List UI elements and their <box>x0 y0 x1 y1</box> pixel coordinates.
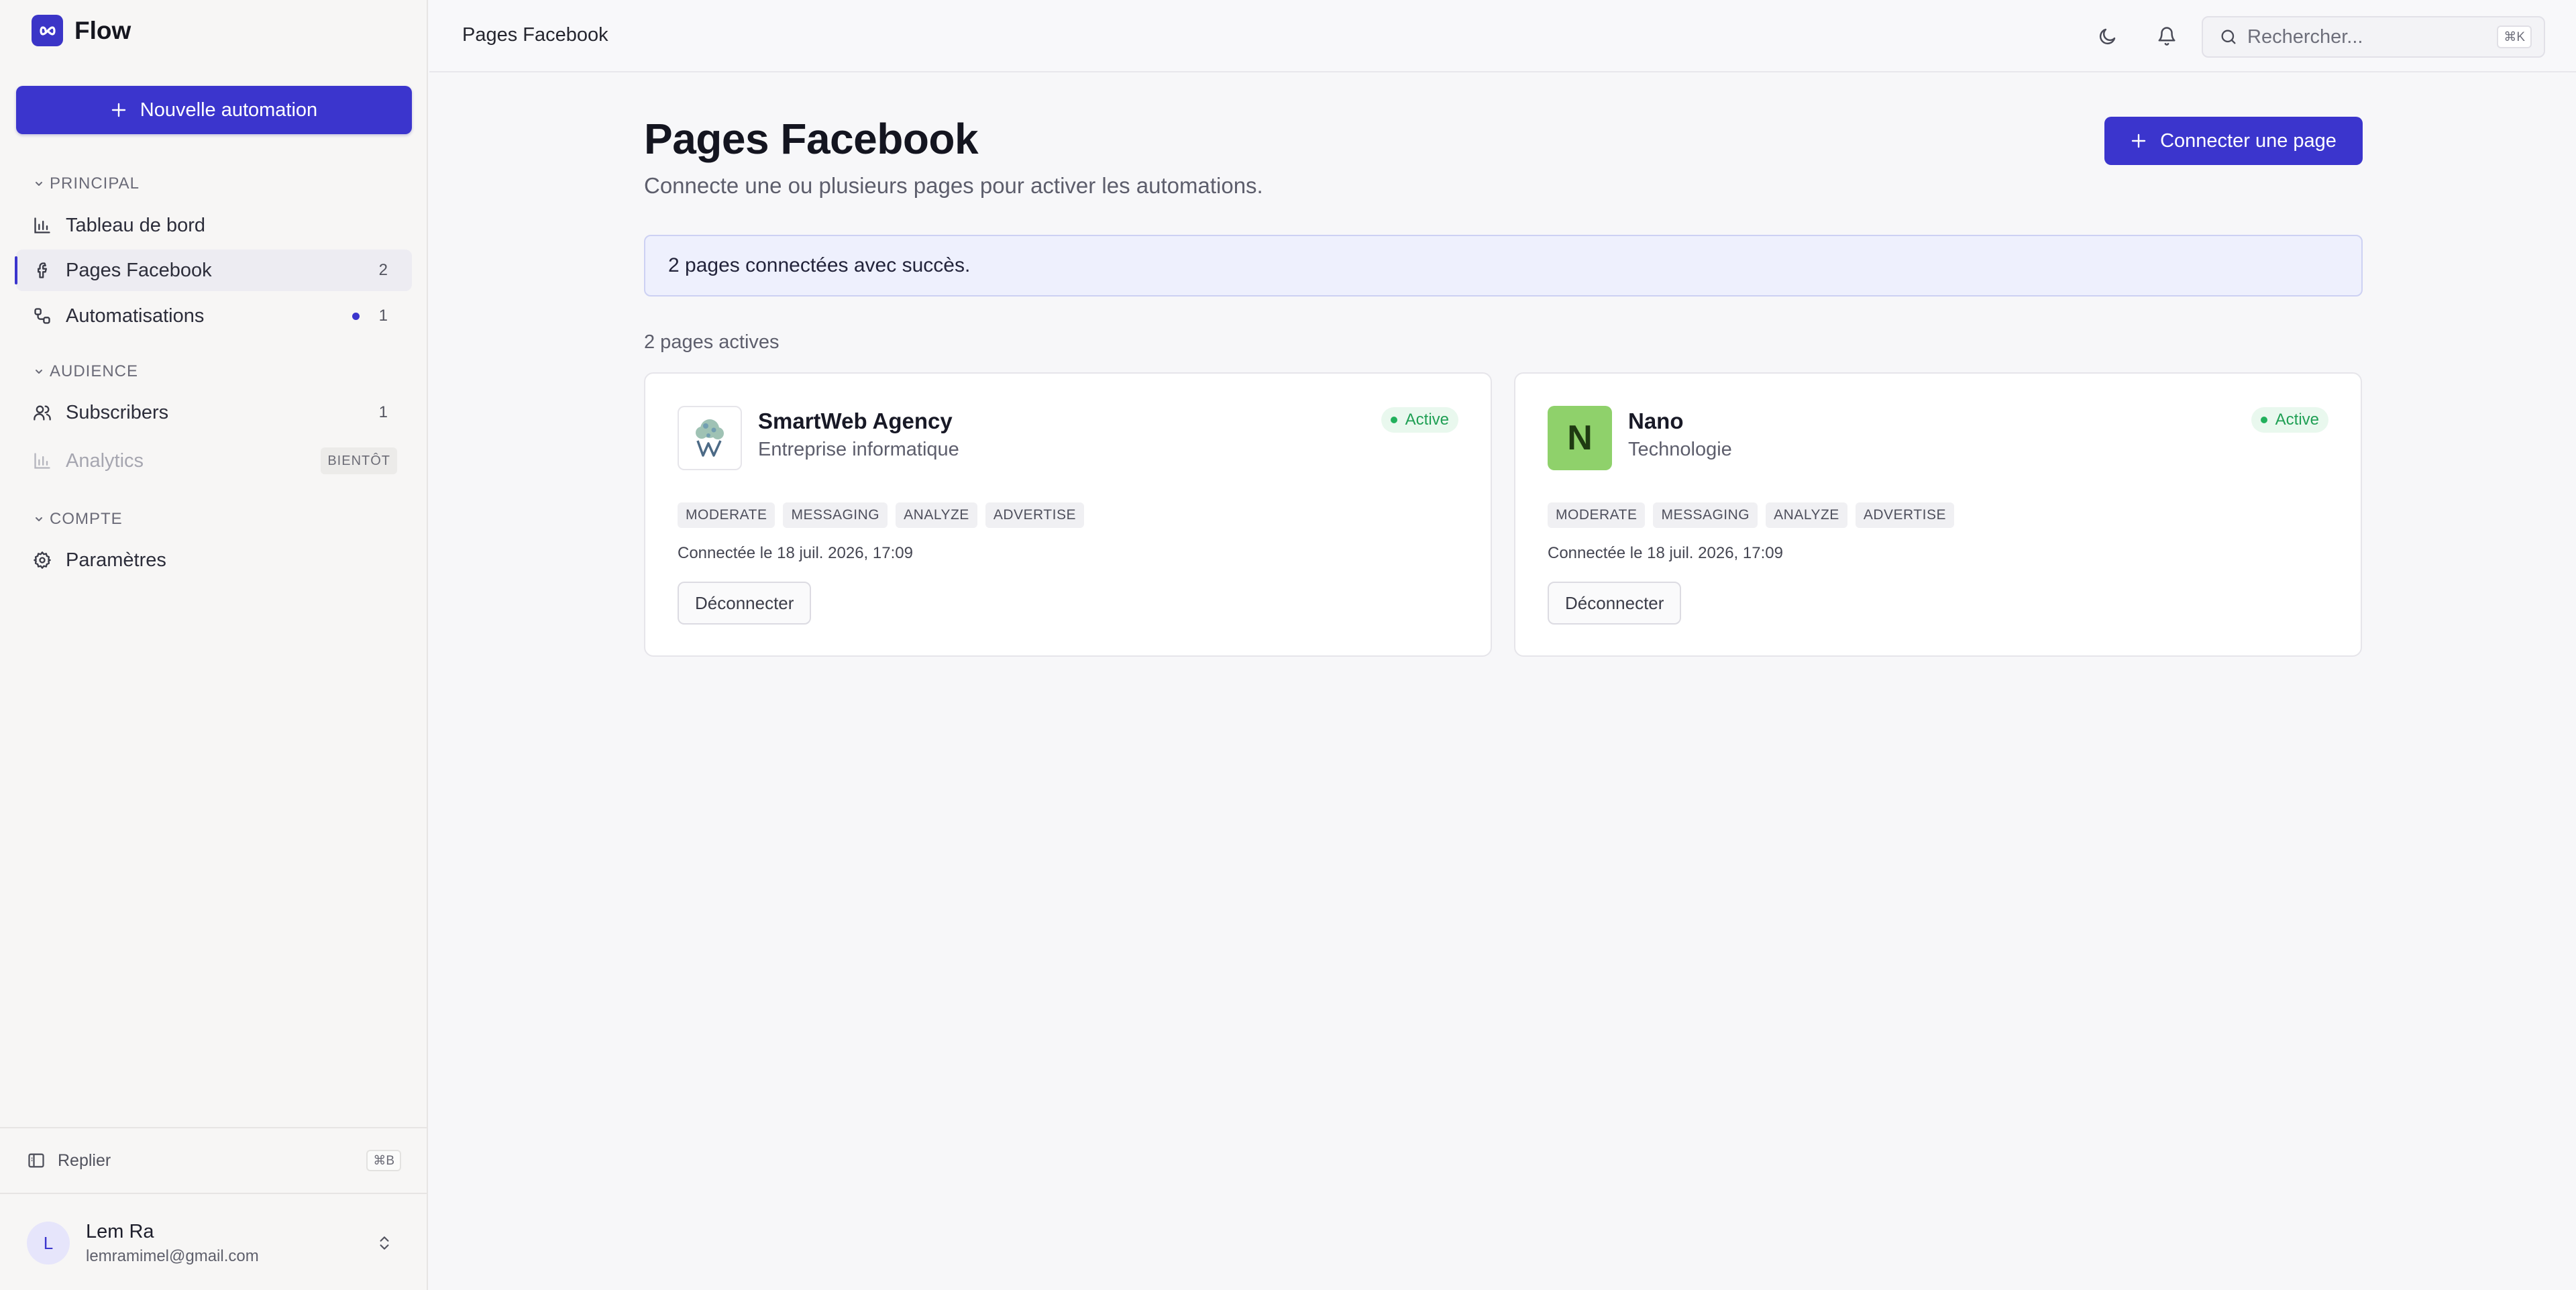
permission-tag: ANALYZE <box>896 502 977 528</box>
breadcrumb: Pages Facebook <box>462 24 608 46</box>
chevron-down-icon <box>36 370 42 374</box>
bar-chart-icon <box>32 451 52 471</box>
user-info: Lem Ra lemramimel@gmail.com <box>86 1221 259 1266</box>
user-name: Lem Ra <box>86 1220 154 1242</box>
sidebar-item-label: Pages Facebook <box>66 259 212 281</box>
permission-tag: ADVERTISE <box>1855 502 1954 528</box>
count-badge: 1 <box>378 307 388 325</box>
permission-tag: ADVERTISE <box>985 502 1084 528</box>
section-principal-toggle[interactable]: PRINCIPAL <box>34 174 140 193</box>
count-badge: 2 <box>378 261 388 279</box>
section-principal-label: PRINCIPAL <box>50 174 140 193</box>
permission-tag: MODERATE <box>678 502 775 528</box>
active-pages-count: 2 pages actives <box>644 331 780 353</box>
plus-icon <box>2131 133 2147 149</box>
bell-icon[interactable] <box>2153 23 2180 50</box>
infinity-logo-icon <box>32 15 63 46</box>
sidebar-item-subscribers[interactable]: Subscribers 1 <box>16 392 412 433</box>
permission-tags: MODERATE MESSAGING ANALYZE ADVERTISE <box>678 502 1084 528</box>
section-compte-toggle[interactable]: COMPTE <box>34 510 123 529</box>
sidebar-item-settings[interactable]: Paramètres <box>16 539 412 581</box>
page-name: Nano <box>1628 409 1684 433</box>
success-banner: 2 pages connectées avec succès. <box>644 235 2363 297</box>
workflow-icon <box>32 306 52 326</box>
new-automation-button[interactable]: Nouvelle automation <box>16 86 412 134</box>
sidebar-item-dashboard[interactable]: Tableau de bord <box>16 205 412 246</box>
app-name: Flow <box>74 16 131 44</box>
connect-page-label: Connecter une page <box>2160 129 2337 152</box>
page-title: Pages Facebook <box>644 115 979 163</box>
connect-page-button[interactable]: Connecter une page <box>2104 117 2363 165</box>
permission-tags: MODERATE MESSAGING ANALYZE ADVERTISE <box>1548 502 1954 528</box>
sidebar-item-label: Tableau de bord <box>66 214 205 236</box>
gear-icon <box>32 550 52 570</box>
sidebar-item-label: Analytics <box>66 449 144 472</box>
unread-dot <box>352 312 360 320</box>
collapse-label: Replier <box>58 1150 111 1170</box>
status-dot <box>1390 417 1397 423</box>
user-menu[interactable]: L Lem Ra lemramimel@gmail.com <box>27 1220 401 1267</box>
section-audience-label: AUDIENCE <box>50 362 139 380</box>
page-name: SmartWeb Agency <box>758 409 953 433</box>
connected-at: Connectée le 18 juil. 2026, 17:09 <box>1548 544 1783 562</box>
sidebar-item-label: Automatisations <box>66 305 205 327</box>
status-badge: Active <box>2251 407 2328 433</box>
coming-soon-badge: BIENTÔT <box>321 447 397 474</box>
collapse-sidebar-button[interactable]: Replier ⌘B <box>27 1147 401 1174</box>
status-label: Active <box>1405 411 1449 429</box>
users-icon <box>32 402 52 423</box>
success-message: 2 pages connectées avec succès. <box>668 254 971 276</box>
sidebar-item-automations[interactable]: Automatisations 1 <box>16 295 412 337</box>
plus-icon <box>111 102 127 118</box>
search-shortcut: ⌘K <box>2497 25 2532 48</box>
chevron-up-down-icon <box>376 1234 393 1252</box>
sidebar-divider <box>0 1127 428 1128</box>
page-subtitle: Connecte une ou plusieurs pages pour act… <box>644 173 1263 198</box>
section-compte-label: COMPTE <box>50 510 123 528</box>
permission-tag: MODERATE <box>1548 502 1646 528</box>
page-card: N Nano Technologie Active MODERATE MESSA… <box>1514 372 2362 657</box>
page-category: Technologie <box>1628 439 1732 460</box>
facebook-icon <box>32 260 52 280</box>
page-card: SmartWeb Agency Entreprise informatique … <box>644 372 1492 657</box>
permission-tag: ANALYZE <box>1766 502 1847 528</box>
sidebar-item-label: Paramètres <box>66 549 166 571</box>
connected-at: Connectée le 18 juil. 2026, 17:09 <box>678 544 913 562</box>
count-badge: 1 <box>378 403 388 421</box>
search-input[interactable] <box>2247 25 2475 48</box>
status-dot <box>2260 417 2267 423</box>
status-badge: Active <box>1381 407 1458 433</box>
search-icon <box>2221 30 2236 44</box>
sidebar-collapse-icon <box>28 1153 44 1168</box>
sidebar-item-analytics: Analytics BIENTÔT <box>16 440 412 482</box>
search-box[interactable]: ⌘K <box>2202 16 2545 58</box>
page-logo-letter: N <box>1548 406 1612 470</box>
sidebar: Flow Nouvelle automation PRINCIPAL Table… <box>0 0 428 1290</box>
page-category: Entreprise informatique <box>758 439 959 460</box>
theme-toggle-moon-icon[interactable] <box>2094 23 2121 50</box>
collapse-shortcut: ⌘B <box>366 1150 401 1171</box>
chevron-down-icon <box>36 182 42 186</box>
brand[interactable]: Flow <box>32 15 131 46</box>
disconnect-button[interactable]: Déconnecter <box>678 582 812 625</box>
permission-tag: MESSAGING <box>1653 502 1758 528</box>
permission-tag: MESSAGING <box>783 502 888 528</box>
page-logo-image <box>678 406 742 470</box>
chevron-down-icon <box>36 517 42 521</box>
user-email: lemramimel@gmail.com <box>86 1246 259 1265</box>
section-audience-toggle[interactable]: AUDIENCE <box>34 362 138 381</box>
status-label: Active <box>2275 411 2319 429</box>
sidebar-item-label: Subscribers <box>66 401 169 423</box>
avatar: L <box>27 1222 70 1265</box>
sidebar-divider <box>0 1193 428 1194</box>
disconnect-button[interactable]: Déconnecter <box>1548 582 1682 625</box>
new-automation-label: Nouvelle automation <box>140 99 318 121</box>
bar-chart-icon <box>32 215 52 235</box>
topbar: Pages Facebook ⌘K <box>429 0 2576 72</box>
sidebar-item-facebook-pages[interactable]: Pages Facebook 2 <box>15 250 412 291</box>
